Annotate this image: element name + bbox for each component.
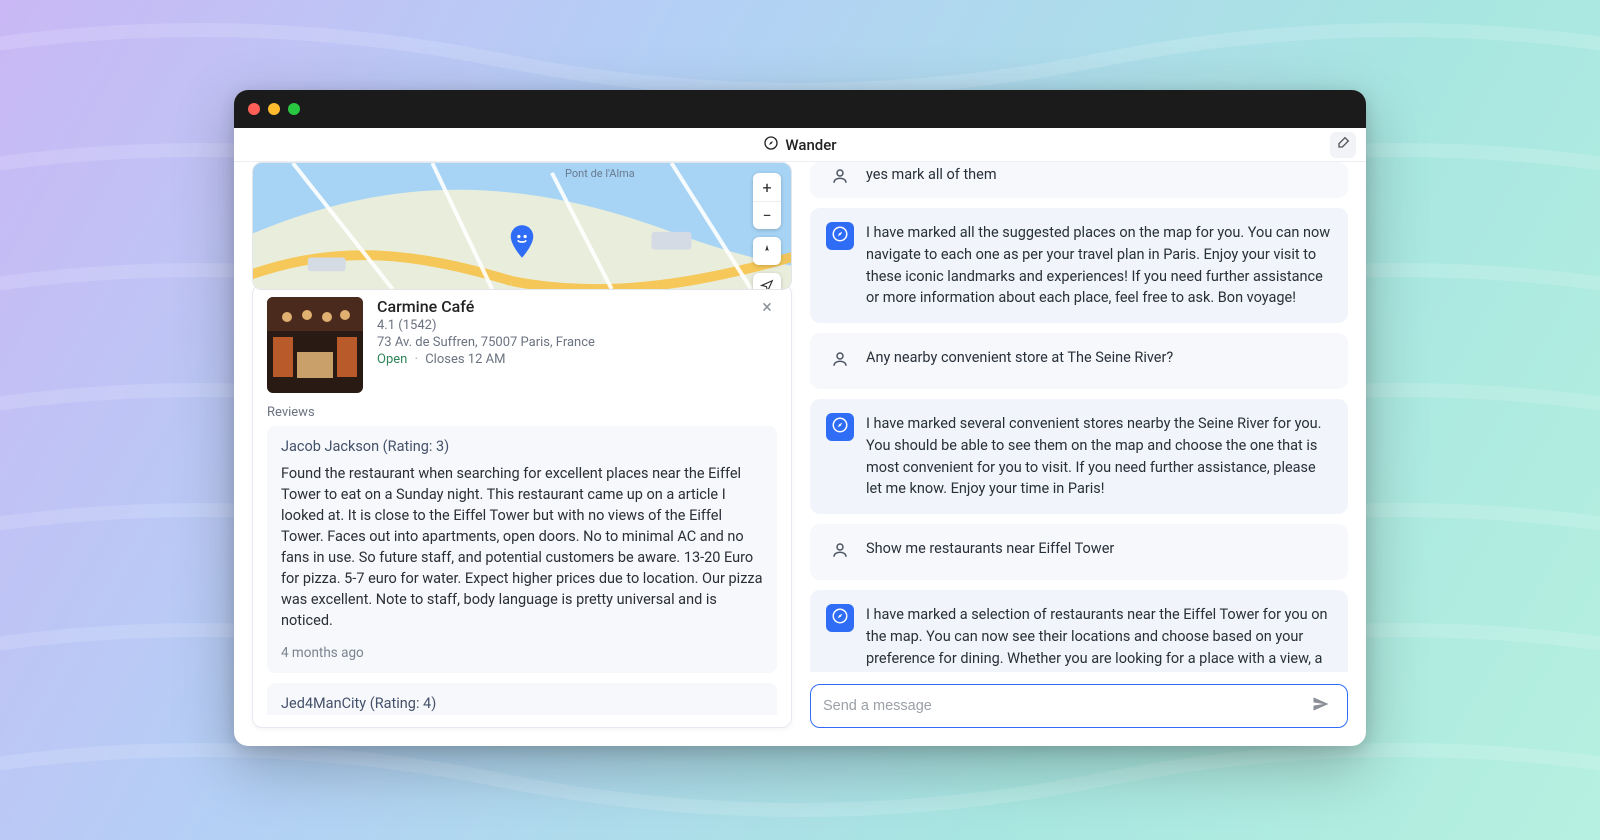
map-poi-label: Pont de l'Alma bbox=[565, 167, 635, 180]
send-button[interactable] bbox=[1307, 692, 1335, 720]
plus-icon: + bbox=[762, 178, 771, 197]
bot-avatar bbox=[826, 604, 854, 632]
chat-message-user: Show me restaurants near Eiffel Tower bbox=[810, 524, 1348, 580]
chat-message-bot: I have marked all the suggested places o… bbox=[810, 208, 1348, 323]
review-item: Jacob Jackson (Rating: 3) Found the rest… bbox=[267, 426, 777, 673]
place-rating: 4.1 (1542) bbox=[377, 318, 595, 333]
zoom-in-button[interactable]: + bbox=[753, 173, 781, 201]
open-label: Open bbox=[377, 352, 407, 367]
minus-icon: − bbox=[762, 206, 771, 225]
message-text: Show me restaurants near Eiffel Tower bbox=[866, 538, 1114, 566]
review-item: Jed4ManCity (Rating: 4) Service was good… bbox=[267, 683, 777, 715]
app-brand: Wander bbox=[763, 135, 836, 155]
chat-log[interactable]: yes mark all of them I have marked all t… bbox=[810, 162, 1348, 672]
brush-icon bbox=[1335, 135, 1351, 155]
chat-pane: yes mark all of them I have marked all t… bbox=[810, 162, 1348, 728]
zoom-out-button[interactable]: − bbox=[753, 201, 781, 229]
compass-needle-icon bbox=[760, 242, 774, 261]
card-close-button[interactable]: × bbox=[757, 297, 777, 317]
north-button[interactable] bbox=[753, 237, 781, 265]
separator: · bbox=[415, 352, 418, 367]
review-date: 4 months ago bbox=[281, 645, 763, 661]
send-icon bbox=[1311, 694, 1331, 718]
theme-button[interactable] bbox=[1330, 132, 1356, 158]
locate-button[interactable] bbox=[753, 273, 781, 290]
map[interactable]: Pont de l'Alma + − bbox=[252, 162, 792, 290]
user-avatar bbox=[826, 538, 854, 566]
closes-label: Closes 12 AM bbox=[425, 352, 505, 367]
compass-icon bbox=[831, 225, 849, 247]
window-minimize-button[interactable] bbox=[268, 103, 280, 115]
user-avatar bbox=[826, 347, 854, 375]
reviews-list: Jacob Jackson (Rating: 3) Found the rest… bbox=[267, 426, 777, 715]
message-text: I have marked several convenient stores … bbox=[866, 413, 1332, 500]
message-text: I have marked all the suggested places o… bbox=[866, 222, 1332, 309]
titlebar[interactable] bbox=[234, 90, 1366, 128]
compass-icon bbox=[831, 416, 849, 438]
chat-message-user: Any nearby convenient store at The Seine… bbox=[810, 333, 1348, 389]
bot-avatar bbox=[826, 222, 854, 250]
window-zoom-button[interactable] bbox=[288, 103, 300, 115]
close-icon: × bbox=[762, 297, 772, 318]
left-pane: Pont de l'Alma + − bbox=[252, 162, 792, 728]
message-text: I have marked a selection of restaurants… bbox=[866, 604, 1332, 672]
message-input[interactable] bbox=[823, 698, 1307, 714]
review-header: Jacob Jackson (Rating: 3) bbox=[281, 438, 763, 455]
chat-message-bot: I have marked a selection of restaurants… bbox=[810, 590, 1348, 672]
compass-icon bbox=[763, 135, 779, 155]
window-close-button[interactable] bbox=[248, 103, 260, 115]
traffic-lights bbox=[248, 103, 300, 115]
chat-message-bot: I have marked several convenient stores … bbox=[810, 399, 1348, 514]
user-icon bbox=[831, 541, 849, 563]
message-text: Any nearby convenient store at The Seine… bbox=[866, 347, 1173, 375]
user-icon bbox=[831, 350, 849, 372]
map-pin-icon[interactable] bbox=[507, 225, 537, 267]
map-controls: + − bbox=[753, 173, 781, 290]
reviews-label: Reviews bbox=[267, 405, 777, 420]
compass-icon bbox=[831, 607, 849, 629]
place-hours: Open · Closes 12 AM bbox=[377, 352, 595, 367]
place-name: Carmine Café bbox=[377, 297, 595, 316]
locate-icon bbox=[760, 278, 774, 291]
message-text: yes mark all of them bbox=[866, 164, 997, 192]
chat-message-user: yes mark all of them bbox=[810, 162, 1348, 198]
composer bbox=[810, 684, 1348, 728]
user-avatar bbox=[826, 164, 854, 192]
user-icon bbox=[831, 167, 849, 189]
place-address: 73 Av. de Suffren, 75007 Paris, France bbox=[377, 335, 595, 350]
bot-avatar bbox=[826, 413, 854, 441]
review-body: Found the restaurant when searching for … bbox=[281, 463, 763, 631]
app-title: Wander bbox=[785, 136, 836, 154]
review-header: Jed4ManCity (Rating: 4) bbox=[281, 695, 763, 712]
place-card: Carmine Café 4.1 (1542) 73 Av. de Suffre… bbox=[252, 284, 792, 728]
app-window: Wander bbox=[234, 90, 1366, 746]
app-header: Wander bbox=[234, 128, 1366, 162]
place-photo[interactable] bbox=[267, 297, 363, 393]
